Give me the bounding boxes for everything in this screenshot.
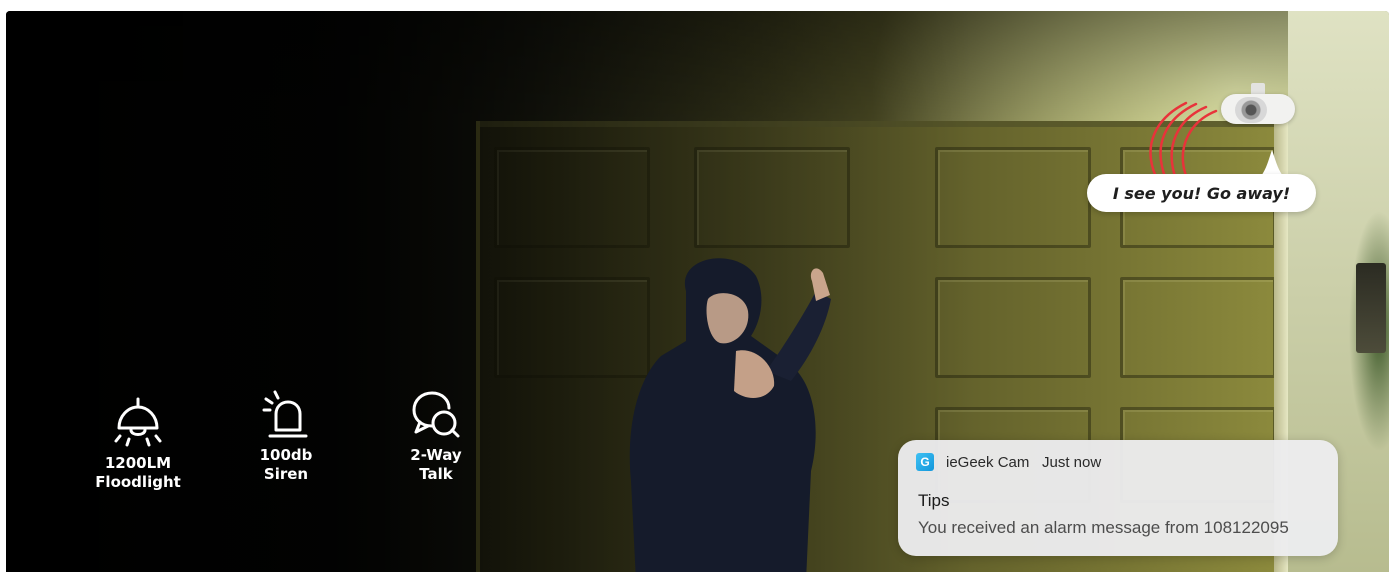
feature-label-line1: 2-Way <box>410 446 462 464</box>
two-way-talk-icon <box>412 391 460 438</box>
product-banner-page: I see you! Go away! 1200LM Floodlight 10… <box>0 0 1395 572</box>
feature-label-line1: 1200LM <box>104 454 172 472</box>
floodlight-icon <box>114 397 162 447</box>
intruder-figure <box>629 258 831 572</box>
notification-title: Tips <box>918 491 950 510</box>
feature-floodlight: 1200LM Floodlight <box>78 394 198 492</box>
feature-label-line1: 100db <box>259 446 313 464</box>
siren-waves-icon <box>1149 101 1218 181</box>
push-notification[interactable]: G ieGeek Cam Just now Tips You received … <box>898 440 1338 556</box>
notification-body: You received an alarm message from 10812… <box>918 518 1289 537</box>
siren-icon <box>262 390 308 438</box>
notification-time: Just now <box>1042 454 1102 471</box>
speech-bubble-tail <box>1261 150 1283 176</box>
feature-label-line2: Floodlight <box>95 473 181 491</box>
feature-two-way-talk: 2-Way Talk <box>376 386 496 484</box>
speech-bubble: I see you! Go away! <box>1087 174 1316 212</box>
app-icon: G <box>916 453 934 471</box>
notification-app-name: ieGeek Cam <box>946 454 1030 471</box>
feature-label-line2: Talk <box>419 465 453 483</box>
camera-lens-icon <box>1235 97 1267 123</box>
feature-label-line2: Siren <box>263 465 309 483</box>
feature-siren: 100db Siren <box>226 386 346 484</box>
wall-lamp <box>1356 263 1386 353</box>
speech-bubble-text: I see you! Go away! <box>1112 183 1291 203</box>
